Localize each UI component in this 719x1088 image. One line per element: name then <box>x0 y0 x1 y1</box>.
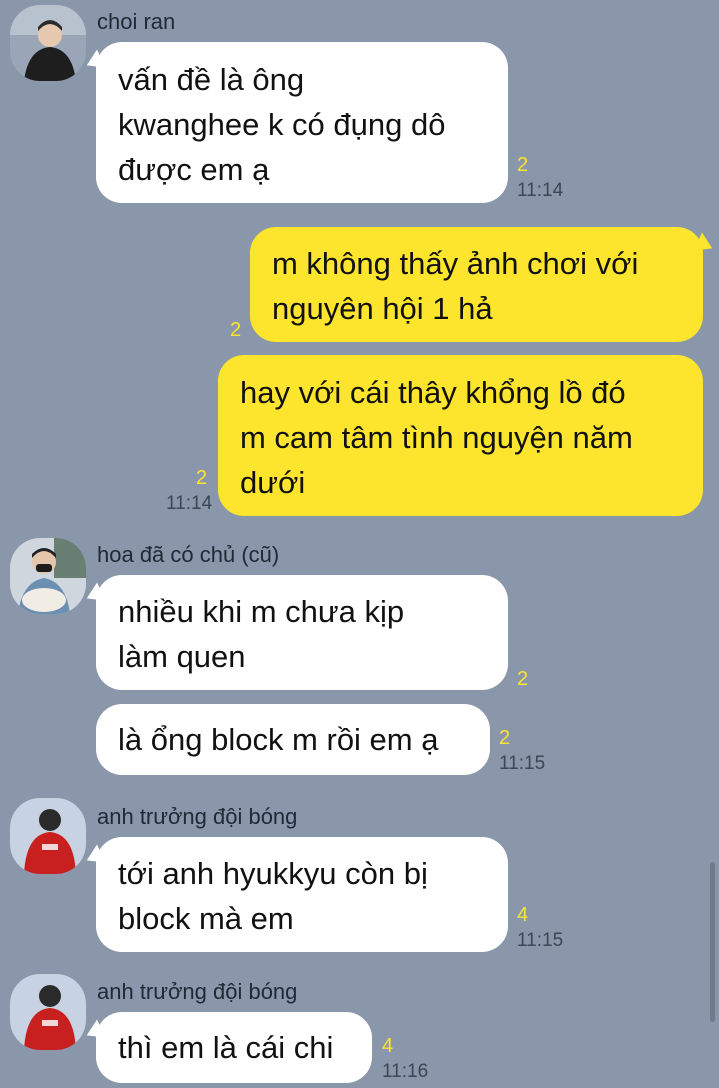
profile-photo-icon <box>10 974 86 1050</box>
message-bubble[interactable]: tới anh hyukkyu còn bị block mà em <box>82 837 508 952</box>
message-bubble[interactable]: thì em là cái chi <box>82 1012 372 1083</box>
unread-count: 2 <box>196 467 208 489</box>
unread-count: 4 <box>517 904 529 926</box>
message-text: block mà em <box>118 901 294 936</box>
unread-count: 2 <box>230 319 242 341</box>
message-text: nhiều khi m chưa kịp <box>118 594 405 629</box>
sender-name: hoa đã có chủ (cũ) <box>97 542 280 567</box>
message-text: hay với cái thây khổng lồ đó <box>240 375 626 410</box>
avatar-anh-truong-doi-bong[interactable] <box>10 974 86 1050</box>
unread-count: 4 <box>382 1035 394 1057</box>
message-time: 11:16 <box>382 1061 429 1082</box>
message-bubble[interactable]: hay với cái thây khổng lồ đó m cam tâm t… <box>218 355 703 516</box>
profile-photo-icon <box>10 798 86 874</box>
message-text: kwanghee k có đụng dô <box>118 107 446 142</box>
message-bubble[interactable]: vấn đề là ông kwanghee k có đụng dô được… <box>82 42 508 203</box>
message-time: 11:15 <box>517 930 564 951</box>
message-time: 11:14 <box>166 493 213 514</box>
unread-count: 2 <box>499 727 511 749</box>
message-text: là ổng block m rồi em ạ <box>118 722 439 757</box>
chat-room[interactable]: choi ran vấn đề là ông kwanghee k có đụn… <box>0 0 719 1088</box>
unread-count: 2 <box>517 154 529 176</box>
message-text: m không thấy ảnh chơi với <box>272 246 639 281</box>
profile-photo-icon <box>10 538 86 614</box>
avatar-choi-ran[interactable] <box>10 5 86 81</box>
message-bubble[interactable]: m không thấy ảnh chơi với nguyên hội 1 h… <box>250 227 717 342</box>
message-bubble[interactable]: là ổng block m rồi em ạ <box>96 704 490 775</box>
message-text: làm quen <box>118 639 246 674</box>
message-bubble[interactable]: nhiều khi m chưa kịp làm quen <box>82 575 508 690</box>
profile-photo-icon <box>10 5 86 81</box>
sender-name: anh trưởng đội bóng <box>97 979 298 1004</box>
scrollbar[interactable] <box>710 862 715 1022</box>
sender-name: anh trưởng đội bóng <box>97 804 298 829</box>
message-text: dưới <box>240 465 306 500</box>
message-text: m cam tâm tình nguyện năm <box>240 420 633 455</box>
message-time: 11:14 <box>517 180 564 201</box>
message-text: tới anh hyukkyu còn bị <box>118 856 428 891</box>
unread-count: 2 <box>517 668 529 690</box>
message-text: vấn đề là ông <box>118 62 305 97</box>
avatar-anh-truong-doi-bong[interactable] <box>10 798 86 874</box>
sender-name: choi ran <box>97 9 176 34</box>
message-text: thì em là cái chi <box>118 1030 334 1065</box>
avatar-hoa-da-co-chu[interactable] <box>10 538 86 614</box>
message-time: 11:15 <box>499 753 546 774</box>
message-text: nguyên hội 1 hả <box>272 291 493 326</box>
message-text: được em ạ <box>118 152 270 187</box>
